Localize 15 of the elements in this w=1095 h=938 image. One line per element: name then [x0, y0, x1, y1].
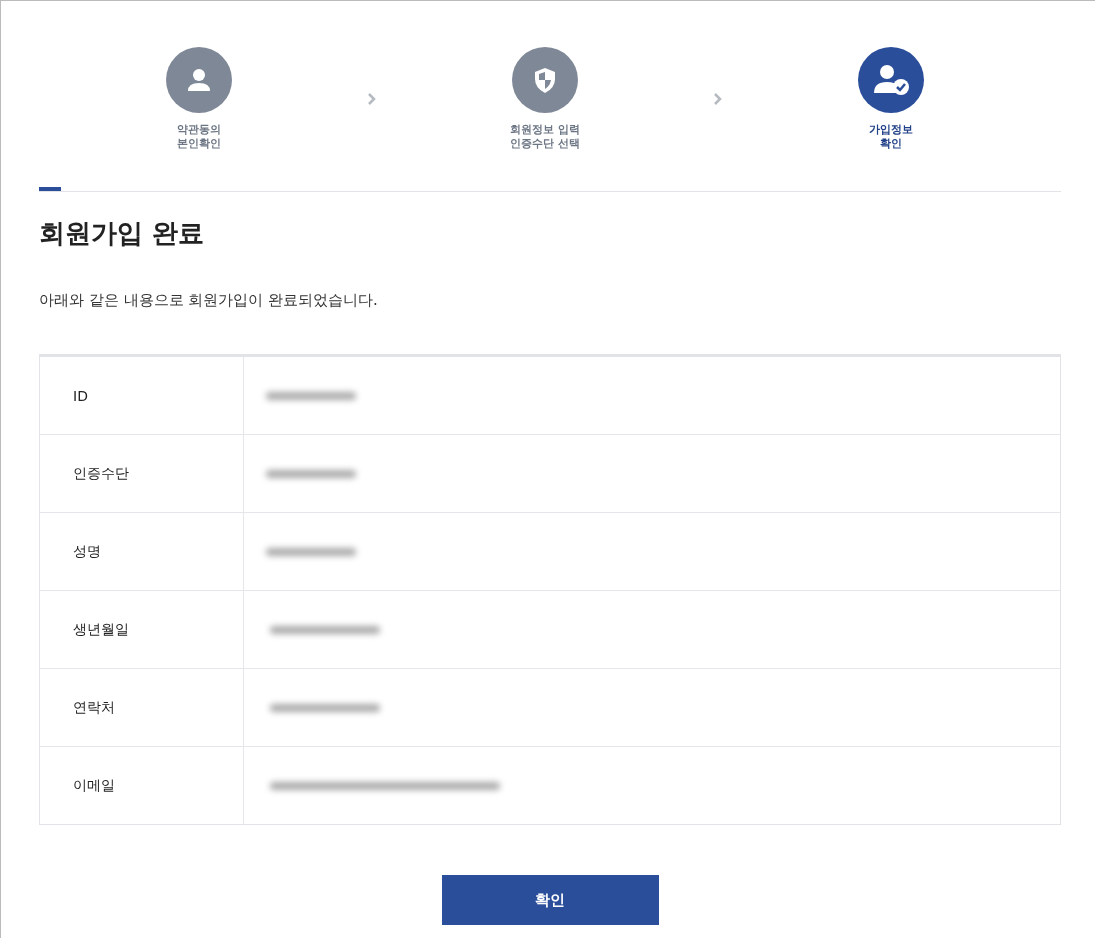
field-label: 성명	[73, 542, 101, 561]
field-label: 연락처	[73, 698, 115, 717]
field-label: 이메일	[73, 776, 115, 795]
step-label: 약관동의 본인확인	[177, 123, 221, 151]
field-label: ID	[73, 387, 88, 404]
field-label: 인증수단	[73, 464, 129, 483]
step-label: 회원정보 입력 인증수단 선택	[510, 123, 580, 151]
chevron-icon	[713, 92, 723, 106]
person-check-icon	[871, 63, 911, 97]
completion-message: 아래와 같은 내용으로 회원가입이 완료되었습니다.	[39, 291, 379, 310]
chevron-icon	[367, 92, 377, 106]
page-title: 회원가입 완료	[39, 217, 206, 250]
field-label: 생년월일	[73, 620, 129, 639]
step-label: 가입정보 확인	[869, 123, 913, 151]
confirm-button[interactable]: 확인	[441, 875, 659, 925]
